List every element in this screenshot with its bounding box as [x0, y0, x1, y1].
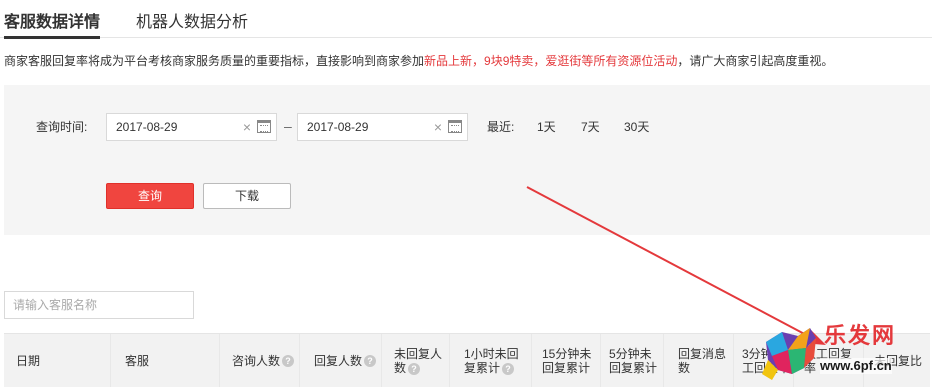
help-icon[interactable]: ? [408, 362, 421, 375]
calendar-icon[interactable] [448, 120, 462, 133]
quick-range-7-days[interactable]: 7天 [581, 113, 600, 141]
tab-robot-data-analysis[interactable]: 机器人数据分析 [136, 12, 248, 34]
end-date-value: 2017-08-29 [307, 120, 369, 134]
recent-label: 最近: [487, 120, 515, 134]
query-button[interactable]: 查询 [106, 183, 194, 209]
notice-prefix: 商家客服回复率将成为平台考核商家服务质量的重要指标，直接影响到商家参加 [4, 54, 425, 68]
quick-range-30-days[interactable]: 30天 [624, 113, 649, 141]
agent-name-search-input[interactable] [4, 291, 194, 319]
start-date-field[interactable]: 2017-08-29 × [106, 113, 277, 141]
column-1h-unreplied: 1小时未回复累计? [450, 334, 532, 387]
help-icon[interactable]: ? [282, 355, 295, 367]
date-range-separator: – [284, 118, 292, 134]
column-15min-unreplied: 15分钟未回复累计 [532, 334, 601, 387]
column-date: 日期 [4, 334, 111, 387]
notice-highlight: 新品上新，9块9特卖，爱逛街等所有资源位活动 [424, 54, 678, 68]
column-reply-count: 回复人数? [300, 334, 382, 387]
quick-range-1-day[interactable]: 1天 [537, 113, 556, 141]
column-unreplied-count: 未回复人数? [382, 334, 450, 387]
column-consult-count: 咨询人数? [220, 334, 300, 387]
column-3min-manual-reply-rate: 3分钟人工回复率 [734, 334, 794, 387]
column-5min-unreplied: 5分钟未回复累计 [601, 334, 664, 387]
notice-suffix: ，请广大商家引起高度重视。 [677, 54, 834, 68]
clear-icon[interactable]: × [243, 114, 251, 140]
end-date-field[interactable]: 2017-08-29 × [297, 113, 468, 141]
clear-icon[interactable]: × [434, 114, 442, 140]
start-date-value: 2017-08-29 [116, 120, 178, 134]
reply-rate-notice: 商家客服回复率将成为平台考核商家服务质量的重要指标，直接影响到商家参加新品上新，… [4, 52, 833, 70]
help-icon[interactable]: ? [364, 355, 377, 367]
query-time-label: 查询时间: [36, 120, 88, 134]
tab-service-data-details[interactable]: 客服数据详情 [4, 12, 101, 39]
column-manual-reply-rate: 人工回复率 [794, 334, 864, 387]
filter-panel: 查询时间: 2017-08-29 × – 2017-08-29 × 最近: 1天… [4, 85, 930, 235]
column-agent: 客服 [111, 334, 220, 387]
download-button[interactable]: 下载 [203, 183, 291, 209]
column-reply-messages: 回复消息数 [664, 334, 734, 387]
help-icon[interactable]: ? [502, 362, 515, 375]
calendar-icon[interactable] [257, 120, 271, 133]
tab-bar: 客服数据详情 机器人数据分析 [0, 0, 932, 39]
column-unreplied-ratio: 未回复比 [874, 354, 923, 368]
table-header: 日期 客服 咨询人数? 回复人数? 未回复人数? 1小时未回复累计? 15分钟未… [4, 333, 930, 387]
